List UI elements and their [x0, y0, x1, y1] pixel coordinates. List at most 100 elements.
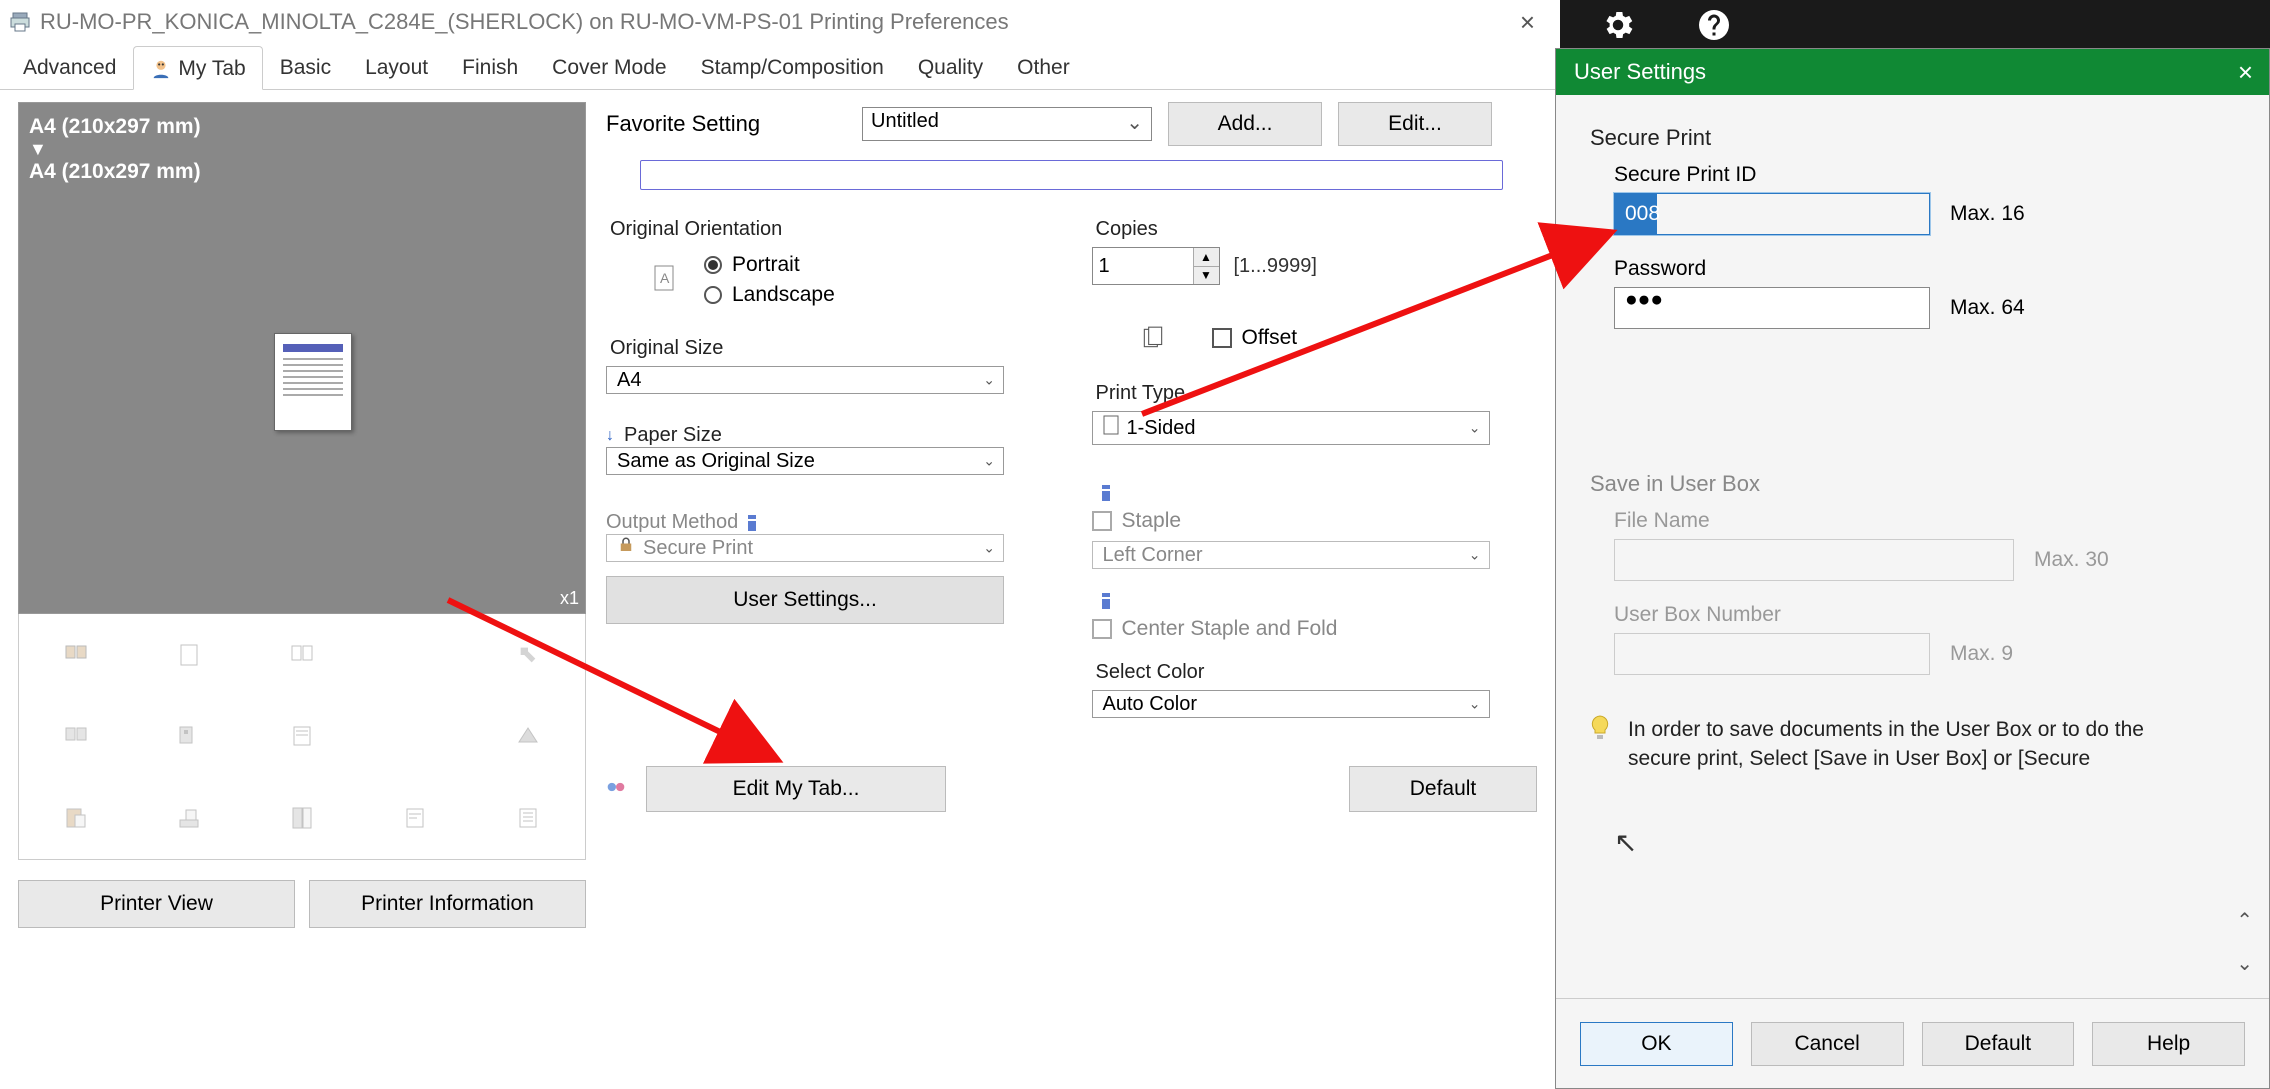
background-app-menu: [1560, 0, 2270, 50]
close-icon[interactable]: ×: [1508, 7, 1547, 38]
dialog-default-button[interactable]: Default: [1922, 1022, 2075, 1066]
info-note: In order to save documents in the User B…: [1628, 715, 2195, 774]
grid-item[interactable]: [359, 777, 472, 859]
svg-text:A: A: [660, 270, 670, 286]
file-name-label: File Name: [1614, 509, 2235, 533]
grid-item[interactable]: [245, 777, 358, 859]
tab-other[interactable]: Other: [1000, 45, 1087, 89]
tab-strip: Advanced My Tab Basic Layout Finish Cove…: [0, 44, 1555, 90]
close-icon[interactable]: ×: [2222, 57, 2269, 88]
radio-unchecked-icon: [704, 286, 722, 304]
user-settings-button[interactable]: User Settings...: [606, 576, 1004, 624]
tab-stamp-composition[interactable]: Stamp/Composition: [684, 45, 901, 89]
link-down-icon: ↓: [606, 427, 614, 445]
help-icon: [1696, 7, 1732, 43]
chevron-down-icon: ⌄: [983, 540, 995, 557]
select-color-select[interactable]: Auto Color ⌄: [1092, 690, 1490, 718]
select-value: Auto Color: [1103, 693, 1198, 716]
grid-item[interactable]: [19, 696, 132, 778]
ok-button[interactable]: OK: [1580, 1022, 1733, 1066]
info-icon[interactable]: [1098, 593, 1114, 609]
password-label: Password: [1614, 257, 2235, 281]
file-name-input: [1614, 539, 2014, 581]
printer-view-button[interactable]: Printer View: [18, 880, 295, 928]
original-size-select[interactable]: A4⌄: [606, 366, 1004, 394]
page-icon: [1103, 415, 1119, 441]
copies-input[interactable]: ▲ ▼: [1092, 247, 1220, 285]
secure-print-id-input[interactable]: [1614, 193, 1930, 235]
tab-my-tab[interactable]: My Tab: [133, 46, 262, 90]
file-name-max: Max. 30: [2034, 548, 2109, 572]
copies-label: Copies: [1096, 218, 1538, 241]
favorite-edit-button[interactable]: Edit...: [1338, 102, 1492, 146]
checkbox-disabled-icon: [1092, 511, 1112, 531]
info-icon[interactable]: [744, 515, 760, 531]
print-type-select[interactable]: 1-Sided⌄: [1092, 411, 1490, 445]
scroll-down-icon[interactable]: ⌄: [2236, 951, 2253, 976]
password-input[interactable]: ●●●: [1614, 287, 1930, 329]
grid-item[interactable]: [245, 696, 358, 778]
checkbox-label: Center Staple and Fold: [1122, 617, 1338, 641]
gear-icon: [1600, 7, 1636, 43]
output-method-label: Output Method: [606, 511, 738, 534]
secure-print-heading: Secure Print: [1590, 125, 2235, 151]
favorite-add-button[interactable]: Add...: [1168, 102, 1322, 146]
preview-size-1: A4 (210x297 mm): [19, 103, 585, 139]
radio-label: Portrait: [732, 253, 800, 277]
printer-information-button[interactable]: Printer Information: [309, 880, 586, 928]
preview-arrow-down-icon: ▼: [19, 139, 585, 160]
edit-my-tab-button[interactable]: Edit My Tab...: [646, 766, 946, 812]
grid-item[interactable]: [245, 614, 358, 696]
tab-advanced[interactable]: Advanced: [6, 45, 133, 89]
cancel-button[interactable]: Cancel: [1751, 1022, 1904, 1066]
grid-item[interactable]: [132, 614, 245, 696]
chevron-down-icon: ⌄: [1126, 110, 1143, 135]
chevron-down-icon: ⌄: [1469, 696, 1481, 713]
tab-layout[interactable]: Layout: [348, 45, 445, 89]
user-settings-dialog: User Settings × Secure Print Secure Prin…: [1555, 48, 2270, 1089]
offset-checkbox[interactable]: Offset: [1212, 326, 1538, 350]
tab-cover-mode[interactable]: Cover Mode: [535, 45, 683, 89]
favorite-setting-select[interactable]: Untitled ⌄: [862, 107, 1152, 141]
original-size-label: Original Size: [610, 337, 1052, 360]
scroll-panel: [640, 160, 1503, 190]
center-staple-fold-checkbox: Center Staple and Fold: [1092, 617, 1538, 641]
select-value: 1-Sided: [1127, 417, 1196, 440]
grid-item[interactable]: [132, 696, 245, 778]
select-value: A4: [617, 369, 641, 392]
tab-quality[interactable]: Quality: [901, 45, 1000, 89]
tab-finish[interactable]: Finish: [445, 45, 535, 89]
radio-checked-icon: [704, 256, 722, 274]
paper-size-select[interactable]: Same as Original Size⌄: [606, 447, 1004, 475]
help-button[interactable]: Help: [2092, 1022, 2245, 1066]
print-type-label: Print Type: [1096, 382, 1538, 405]
scroll-up-icon[interactable]: ⌃: [2236, 908, 2253, 933]
copies-value[interactable]: [1093, 248, 1193, 284]
password-max: Max. 64: [1950, 296, 2025, 320]
grid-item[interactable]: [472, 614, 585, 696]
user-box-number-input: [1614, 633, 1930, 675]
window-title: RU-MO-PR_KONICA_MINOLTA_C284E_(SHERLOCK)…: [40, 9, 1508, 35]
grid-item[interactable]: [472, 696, 585, 778]
grid-item[interactable]: [132, 777, 245, 859]
staple-checkbox: Staple: [1092, 509, 1538, 533]
grid-item[interactable]: [19, 777, 132, 859]
portrait-page-icon: A: [654, 265, 674, 296]
tab-basic[interactable]: Basic: [263, 45, 348, 89]
user-box-number-label: User Box Number: [1614, 603, 2235, 627]
grid-item[interactable]: [472, 777, 585, 859]
titlebar: RU-MO-PR_KONICA_MINOLTA_C284E_(SHERLOCK)…: [0, 0, 1555, 44]
select-value: Left Corner: [1103, 544, 1203, 567]
default-button[interactable]: Default: [1349, 766, 1537, 812]
grid-item[interactable]: [19, 614, 132, 696]
spin-down-icon[interactable]: ▼: [1194, 267, 1219, 285]
orientation-portrait-radio[interactable]: Portrait: [704, 253, 835, 277]
checkbox-unchecked-icon: [1212, 328, 1232, 348]
orientation-landscape-radio[interactable]: Landscape: [704, 283, 835, 307]
output-method-select[interactable]: Secure Print ⌄: [606, 534, 1004, 562]
select-value: Secure Print: [643, 537, 753, 560]
spin-up-icon[interactable]: ▲: [1194, 248, 1219, 267]
info-icon[interactable]: [1098, 485, 1114, 501]
paper-size-label: Paper Size: [624, 424, 722, 447]
orientation-label: Original Orientation: [610, 218, 1052, 241]
